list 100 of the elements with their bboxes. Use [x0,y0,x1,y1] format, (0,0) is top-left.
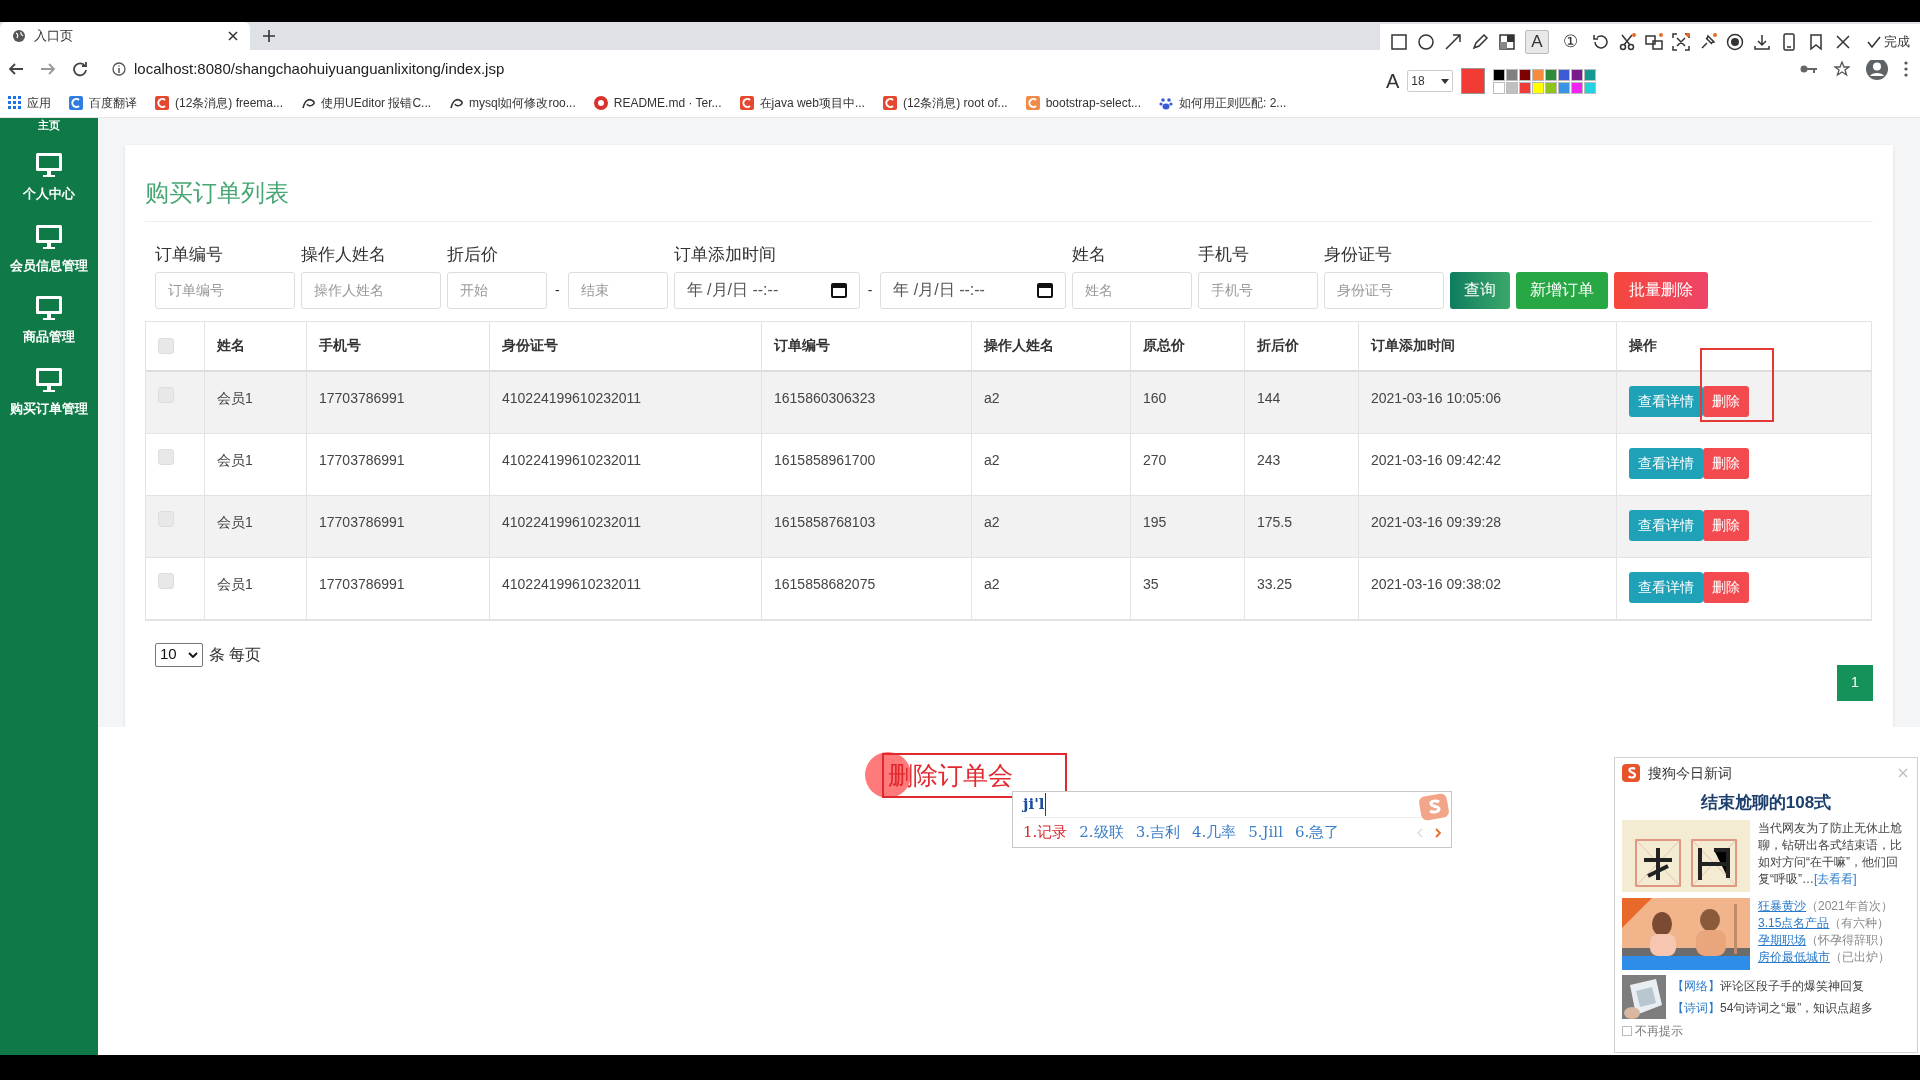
input-field[interactable]: 姓名 [1072,271,1193,309]
bookmark-link[interactable]: 百度翻译 [69,93,137,112]
delete-button[interactable]: 删除 [1703,571,1749,603]
bookmark-link[interactable]: mysql如何修改roo... [449,93,576,112]
color-swatch[interactable] [1506,68,1519,81]
view-details-button[interactable]: 查看详情 [1629,509,1703,541]
new-tab-icon[interactable] [262,29,276,43]
sidebar-item[interactable]: 个人中心 [23,152,75,204]
ime-candidate[interactable]: 1.记录 [1023,821,1068,844]
add-button[interactable]: 新增订单 [1516,271,1609,309]
input-field[interactable]: 身份证号 [1324,271,1445,309]
record-icon[interactable] [1726,33,1744,51]
circle-icon[interactable] [1417,33,1435,51]
news-item-link[interactable]: 【网络】评论区段子手的爆笑神回复 [1672,976,1874,995]
back-icon[interactable] [8,61,24,77]
ime-candidate[interactable]: 3.吉利 [1135,821,1180,844]
color-swatch[interactable] [1493,68,1506,81]
bookmark-link[interactable]: (12条消息) freema... [155,93,284,112]
input-field[interactable]: 手机号 [1198,271,1319,309]
browser-tab[interactable]: 入口页 [0,22,250,50]
color-swatch[interactable] [1558,81,1571,94]
hot-word-link[interactable]: 3.15点名产品 [1758,914,1830,931]
page-size-select[interactable]: 10 [155,642,203,667]
input-field[interactable]: 操作人姓名 [301,271,441,309]
bookmark-link[interactable]: 使用UEditor 报错C... [301,93,432,112]
color-swatch[interactable] [1545,81,1558,94]
bookmark-icon[interactable] [1807,33,1825,51]
input-field[interactable]: 订单编号 [155,271,295,309]
translate-icon[interactable] [1645,33,1663,51]
color-swatch[interactable] [1558,68,1571,81]
color-swatch[interactable] [1519,68,1532,81]
ime-candidate[interactable]: 2.级联 [1079,821,1124,844]
pin-icon[interactable] [1699,33,1717,51]
input-field[interactable]: 结束 [567,271,668,309]
input-field[interactable]: 开始 [447,271,547,309]
view-details-button[interactable]: 查看详情 [1629,385,1703,417]
number-tool-button[interactable]: ① [1558,30,1582,54]
color-swatch[interactable] [1532,68,1545,81]
ime-candidate[interactable]: 5.Jill [1248,821,1283,844]
phone-icon[interactable] [1780,33,1798,51]
delete-button[interactable]: 删除 [1703,385,1749,417]
close-icon[interactable] [1834,33,1852,51]
color-swatch[interactable] [1571,68,1584,81]
undo-icon[interactable] [1591,33,1609,51]
sidebar-item[interactable]: 会员信息管理 [10,223,88,275]
bookmark-link[interactable]: bootstrap-select... [1025,93,1141,112]
download-icon[interactable] [1753,33,1771,51]
ime-candidate[interactable]: 4.几率 [1191,821,1237,844]
sidebar-item[interactable]: 商品管理 [23,295,75,347]
hot-word-link[interactable]: 孕期职场 [1758,931,1806,948]
color-swatch[interactable] [1532,81,1545,94]
star-icon[interactable] [1834,61,1850,77]
news-item-link[interactable]: 【诗词】54句诗词之“最”，知识点超多 [1672,998,1874,1017]
date-time-field[interactable]: 年 /月/日 --:-- [880,271,1067,309]
delete-button[interactable]: 删除 [1703,509,1749,541]
color-swatch[interactable] [1545,68,1558,81]
sidebar-item[interactable]: 购买订单管理 [10,366,88,418]
current-color-swatch[interactable] [1461,68,1486,94]
page-button[interactable]: 1 [1837,664,1873,701]
color-swatch[interactable] [1519,81,1532,94]
bookmark-link[interactable]: 在java web项目中... [739,93,865,112]
scissors-icon[interactable] [1618,33,1636,51]
delete-button[interactable]: 删除 [1703,447,1749,479]
date-time-field[interactable]: 年 /月/日 --:-- [673,271,860,309]
checkbox[interactable] [1622,1025,1632,1036]
color-swatch[interactable] [1506,81,1519,94]
rectangle-icon[interactable] [1390,33,1408,51]
font-size-select[interactable]: 18 [1407,70,1454,92]
forward-icon[interactable] [40,61,56,77]
arrow-icon[interactable] [1444,33,1462,51]
bookmark-link[interactable]: (12条消息) root of... [882,93,1008,112]
address-bar[interactable]: localhost:8080/shangchaohuiyuanguanlixitong/index.jsp [112,57,505,81]
mosaic-icon[interactable] [1498,33,1516,51]
view-details-button[interactable]: 查看详情 [1629,571,1703,603]
pencil-icon[interactable] [1471,33,1489,51]
done-button[interactable]: 完成 [1867,32,1910,52]
bookmark-link[interactable]: 如何用正则匹配: 2... [1159,93,1287,112]
sidebar-item[interactable]: 主页 [38,118,60,132]
bookmark-link[interactable]: README.md · Ter... [593,93,722,112]
read-more-link[interactable]: [去看看] [1814,871,1857,886]
chevron-right-icon[interactable] [1435,827,1441,838]
news-headline[interactable]: 结束尬聊的108式 [1622,790,1910,816]
color-swatch[interactable] [1584,68,1597,81]
bookmark-link[interactable]: 应用 [8,93,51,112]
hot-word-link[interactable]: 狂暴黄沙 [1758,897,1806,914]
checkbox[interactable] [158,572,174,589]
delete-button[interactable]: 批量删除 [1614,271,1709,309]
checkbox[interactable] [158,448,174,465]
menu-icon[interactable] [1904,61,1908,77]
checkbox[interactable] [158,337,174,354]
view-details-button[interactable]: 查看详情 [1629,447,1703,479]
color-swatch[interactable] [1584,81,1597,94]
ime-candidate[interactable]: 6.急了 [1294,821,1340,844]
color-swatch[interactable] [1493,81,1506,94]
search-button[interactable]: 查询 [1450,271,1511,309]
reload-icon[interactable] [72,61,88,77]
color-swatch[interactable] [1571,81,1584,94]
scan-icon[interactable] [1672,33,1690,51]
key-icon[interactable] [1800,64,1818,74]
hot-word-link[interactable]: 房价最低城市 [1758,948,1830,965]
